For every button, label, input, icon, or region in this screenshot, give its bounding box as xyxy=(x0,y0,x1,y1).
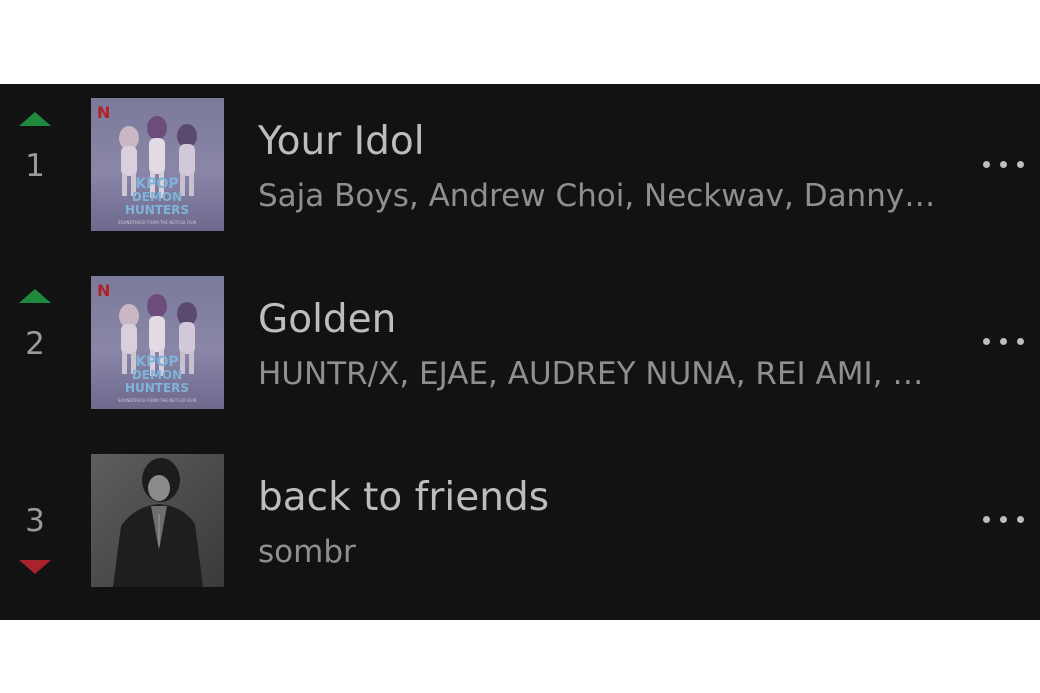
svg-text:HUNTERS: HUNTERS xyxy=(125,381,189,395)
track-artists[interactable]: HUNTR/X, EJAE, AUDREY NUNA, REI AMI, KPo… xyxy=(258,356,938,392)
track-row-3[interactable]: 3 back to friends sombr xyxy=(0,440,1040,587)
more-options-button[interactable] xyxy=(976,504,1032,534)
more-options-button[interactable] xyxy=(976,326,1032,356)
track-row-1[interactable]: 1 N KPOP DEMON HUNTERS SOUNDTRACK FROM T… xyxy=(0,84,1040,231)
svg-text:SOUNDTRACK FROM THE NETFLIX FI: SOUNDTRACK FROM THE NETFLIX FILM xyxy=(118,220,197,225)
svg-text:HUNTERS: HUNTERS xyxy=(125,203,189,217)
more-horizontal-icon xyxy=(1000,161,1007,168)
rank-column: 1 xyxy=(0,84,70,218)
track-row-2[interactable]: 2 N KPOP DEMON HUNTERS SOUNDTRACK FROM T… xyxy=(0,262,1040,409)
svg-text:DEMON: DEMON xyxy=(132,190,182,204)
more-horizontal-icon xyxy=(983,161,990,168)
rank-number: 2 xyxy=(25,326,45,362)
album-cover[interactable]: N KPOP DEMON HUNTERS SOUNDTRACK FROM THE… xyxy=(91,276,224,409)
kpop-demon-hunters-cover-art: N KPOP DEMON HUNTERS SOUNDTRACK FROM THE… xyxy=(91,276,224,409)
kpop-demon-hunters-cover-art: N KPOP DEMON HUNTERS SOUNDTRACK FROM THE… xyxy=(91,98,224,231)
netflix-logo: N xyxy=(97,103,110,122)
trend-up-icon xyxy=(19,289,51,303)
track-title[interactable]: back to friends xyxy=(258,476,549,520)
more-horizontal-icon xyxy=(983,338,990,345)
more-horizontal-icon xyxy=(1017,338,1024,345)
track-artists[interactable]: sombr xyxy=(258,534,938,570)
more-horizontal-icon xyxy=(1000,338,1007,345)
rank-column: 3 xyxy=(0,440,70,574)
album-cover[interactable]: N KPOP DEMON HUNTERS SOUNDTRACK FROM THE… xyxy=(91,98,224,231)
more-horizontal-icon xyxy=(1000,516,1007,523)
trend-up-icon xyxy=(19,112,51,126)
svg-text:SOUNDTRACK FROM THE NETFLIX FI: SOUNDTRACK FROM THE NETFLIX FILM xyxy=(118,398,197,403)
album-cover[interactable] xyxy=(91,454,224,587)
trend-down-icon xyxy=(19,560,51,574)
more-horizontal-icon xyxy=(983,516,990,523)
rank-number: 3 xyxy=(25,503,45,539)
more-options-button[interactable] xyxy=(976,149,1032,179)
sombr-portrait-cover-art xyxy=(91,454,224,587)
svg-text:DEMON: DEMON xyxy=(132,368,182,382)
chart-list: 1 N KPOP DEMON HUNTERS SOUNDTRACK FROM T… xyxy=(0,84,1040,620)
more-horizontal-icon xyxy=(1017,161,1024,168)
track-title[interactable]: Your Idol xyxy=(258,120,425,164)
track-title[interactable]: Golden xyxy=(258,298,396,342)
track-artists[interactable]: Saja Boys, Andrew Choi, Neckwav, Danny C… xyxy=(258,178,938,214)
rank-number: 1 xyxy=(25,148,45,184)
rank-column: 2 xyxy=(0,262,70,396)
netflix-logo: N xyxy=(97,281,110,300)
more-horizontal-icon xyxy=(1017,516,1024,523)
